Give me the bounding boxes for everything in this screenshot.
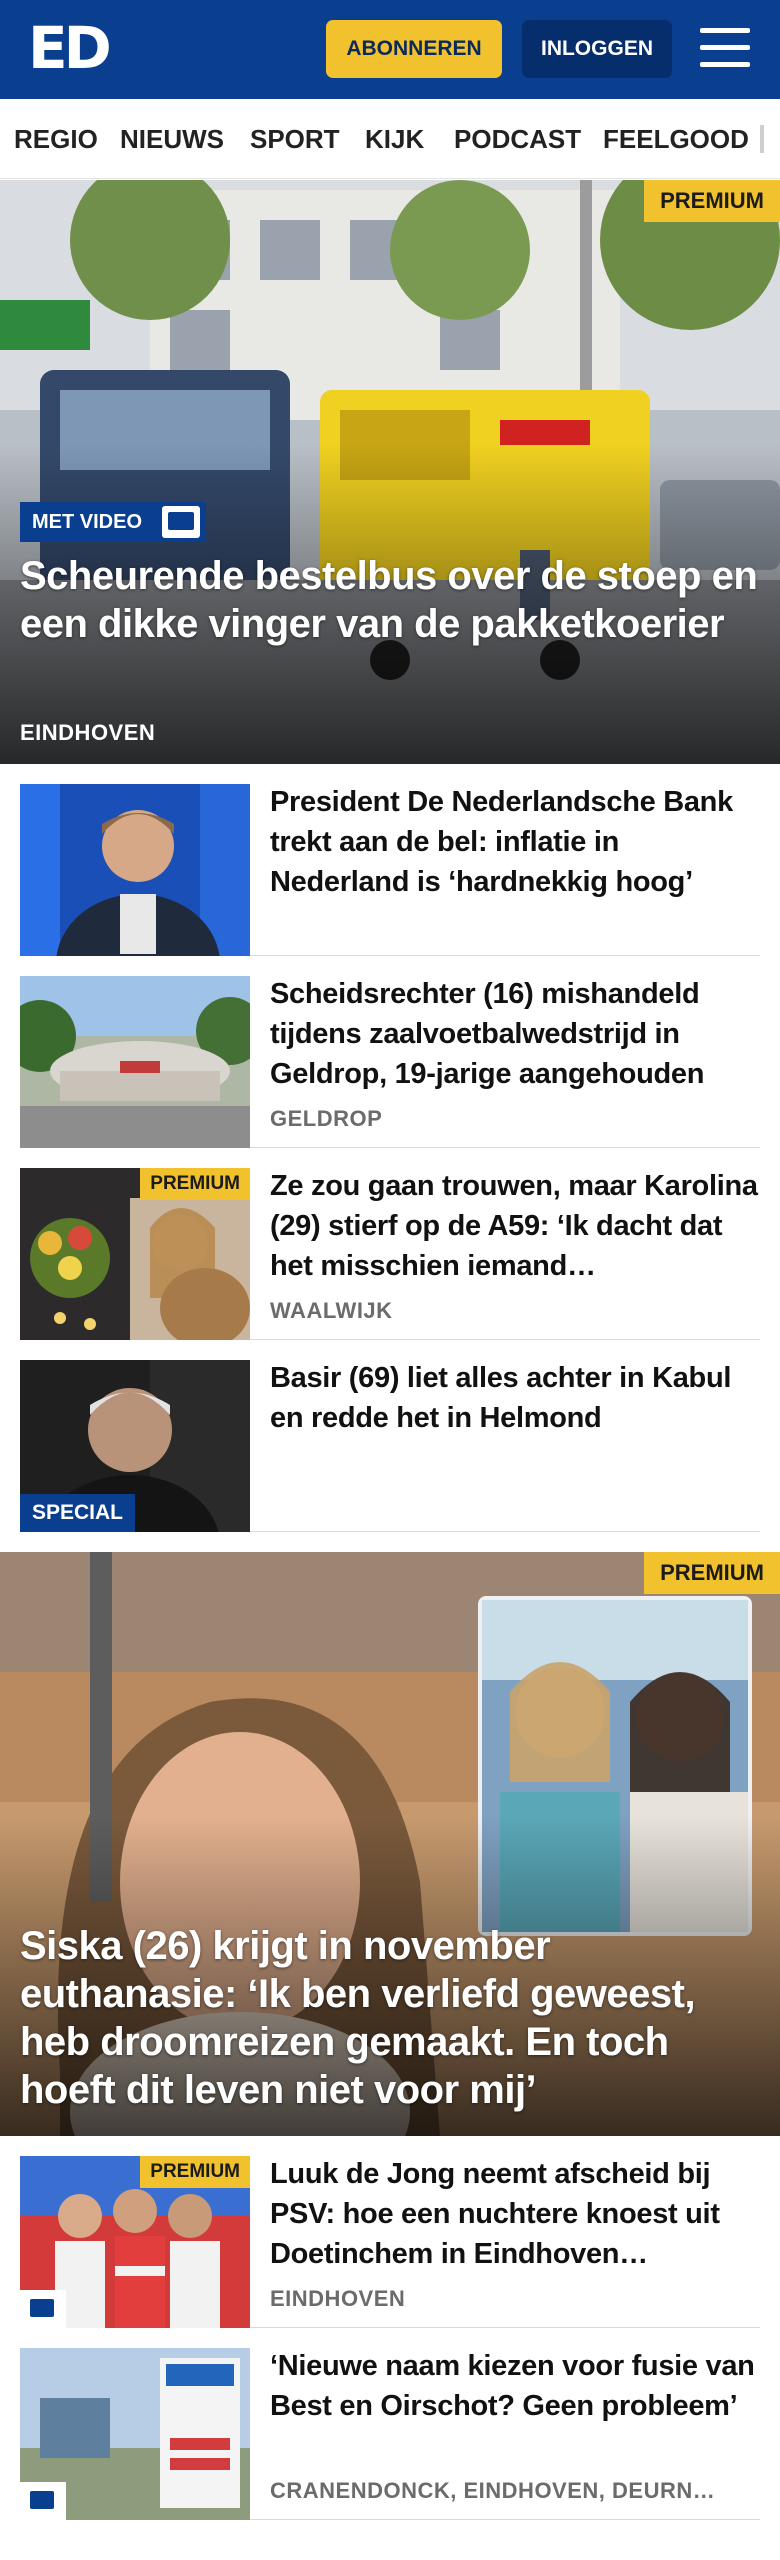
- top-bar: ED ABONNEREN INLOGGEN: [0, 0, 780, 99]
- comment-icon: [20, 2290, 66, 2328]
- article-title[interactable]: President De Nederlandsche Bank trekt aa…: [270, 782, 760, 902]
- nav-item-regio[interactable]: REGIO: [14, 99, 98, 178]
- list-item[interactable]: PREMIUM Luuk de Jong neemt afscheid bij …: [20, 2136, 760, 2328]
- nav-overflow-indicator: [760, 125, 764, 153]
- nav-item-kijk[interactable]: KIJK: [365, 99, 424, 178]
- premium-badge: PREMIUM: [140, 1168, 250, 1200]
- list-item[interactable]: Scheidsrechter (16) mishandeld tijdens z…: [20, 956, 760, 1148]
- article-location: GELDROP: [270, 1106, 383, 1131]
- special-tag: SPECIAL: [20, 1494, 136, 1532]
- premium-badge: PREMIUM: [140, 2156, 250, 2188]
- premium-badge: PREMIUM: [644, 180, 780, 222]
- hero-article[interactable]: PREMIUM MET VIDEO Scheurende bestelbus o…: [0, 180, 780, 764]
- article-thumbnail: PREMIUM: [20, 2156, 250, 2328]
- list-item[interactable]: ‘Nieuwe naam kiezen voor fusie van Best …: [20, 2328, 760, 2520]
- nav-item-sport[interactable]: SPORT: [250, 99, 340, 178]
- article-title[interactable]: Ze zou gaan trouwen, maar Karolina (29) …: [270, 1166, 760, 1286]
- article-location: CRANENDONCK, EINDHOVEN, DEURN…: [270, 2478, 716, 2503]
- list-item[interactable]: PREMIUM Ze zou gaan trouwen, maar Karoli…: [20, 1148, 760, 1340]
- hero-location: EINDHOVEN: [20, 720, 156, 745]
- list-item[interactable]: President De Nederlandsche Bank trekt aa…: [20, 764, 760, 956]
- article-thumbnail: [20, 784, 250, 956]
- video-tag: MET VIDEO: [20, 502, 207, 542]
- nav-item-podcast[interactable]: PODCAST: [454, 99, 581, 178]
- hamburger-menu-icon[interactable]: [698, 24, 752, 72]
- subscribe-button[interactable]: ABONNEREN: [326, 20, 502, 78]
- hero-article-2[interactable]: PREMIUM Siska (26) krijgt in november eu…: [0, 1552, 780, 2136]
- logo-text: ED: [28, 14, 112, 82]
- list-item[interactable]: SPECIAL Basir (69) liet alles achter in …: [20, 1340, 760, 1532]
- video-tag-label: MET VIDEO: [32, 511, 143, 533]
- article-title[interactable]: Scheidsrechter (16) mishandeld tijdens z…: [270, 974, 760, 1094]
- hero2-title[interactable]: Siska (26) krijgt in november euthanasie…: [20, 1922, 760, 2114]
- nav-item-feelgood[interactable]: FEELGOOD: [603, 99, 749, 178]
- article-location: EINDHOVEN: [270, 2286, 406, 2311]
- premium-badge: PREMIUM: [644, 1552, 780, 1594]
- section-nav: REGIO NIEUWS SPORT KIJK PODCAST FEELGOOD: [0, 99, 780, 179]
- article-title[interactable]: ‘Nieuwe naam kiezen voor fusie van Best …: [270, 2346, 760, 2426]
- article-title[interactable]: Basir (69) liet alles achter in Kabul en…: [270, 1358, 760, 1438]
- article-thumbnail: [20, 976, 250, 1148]
- hero-title[interactable]: Scheurende bestelbus over de stoep en ee…: [20, 552, 760, 648]
- nav-item-nieuws[interactable]: NIEUWS: [120, 99, 224, 178]
- comment-icon: [20, 2482, 66, 2520]
- article-thumbnail: [20, 2348, 250, 2520]
- article-thumbnail: SPECIAL: [20, 1360, 250, 1532]
- article-thumbnail: PREMIUM: [20, 1168, 250, 1340]
- comment-icon: [162, 506, 201, 538]
- login-button[interactable]: INLOGGEN: [522, 20, 672, 78]
- article-title[interactable]: Luuk de Jong neemt afscheid bij PSV: hoe…: [270, 2154, 760, 2274]
- ed-logo[interactable]: ED: [28, 16, 120, 80]
- article-location: WAALWIJK: [270, 1298, 393, 1323]
